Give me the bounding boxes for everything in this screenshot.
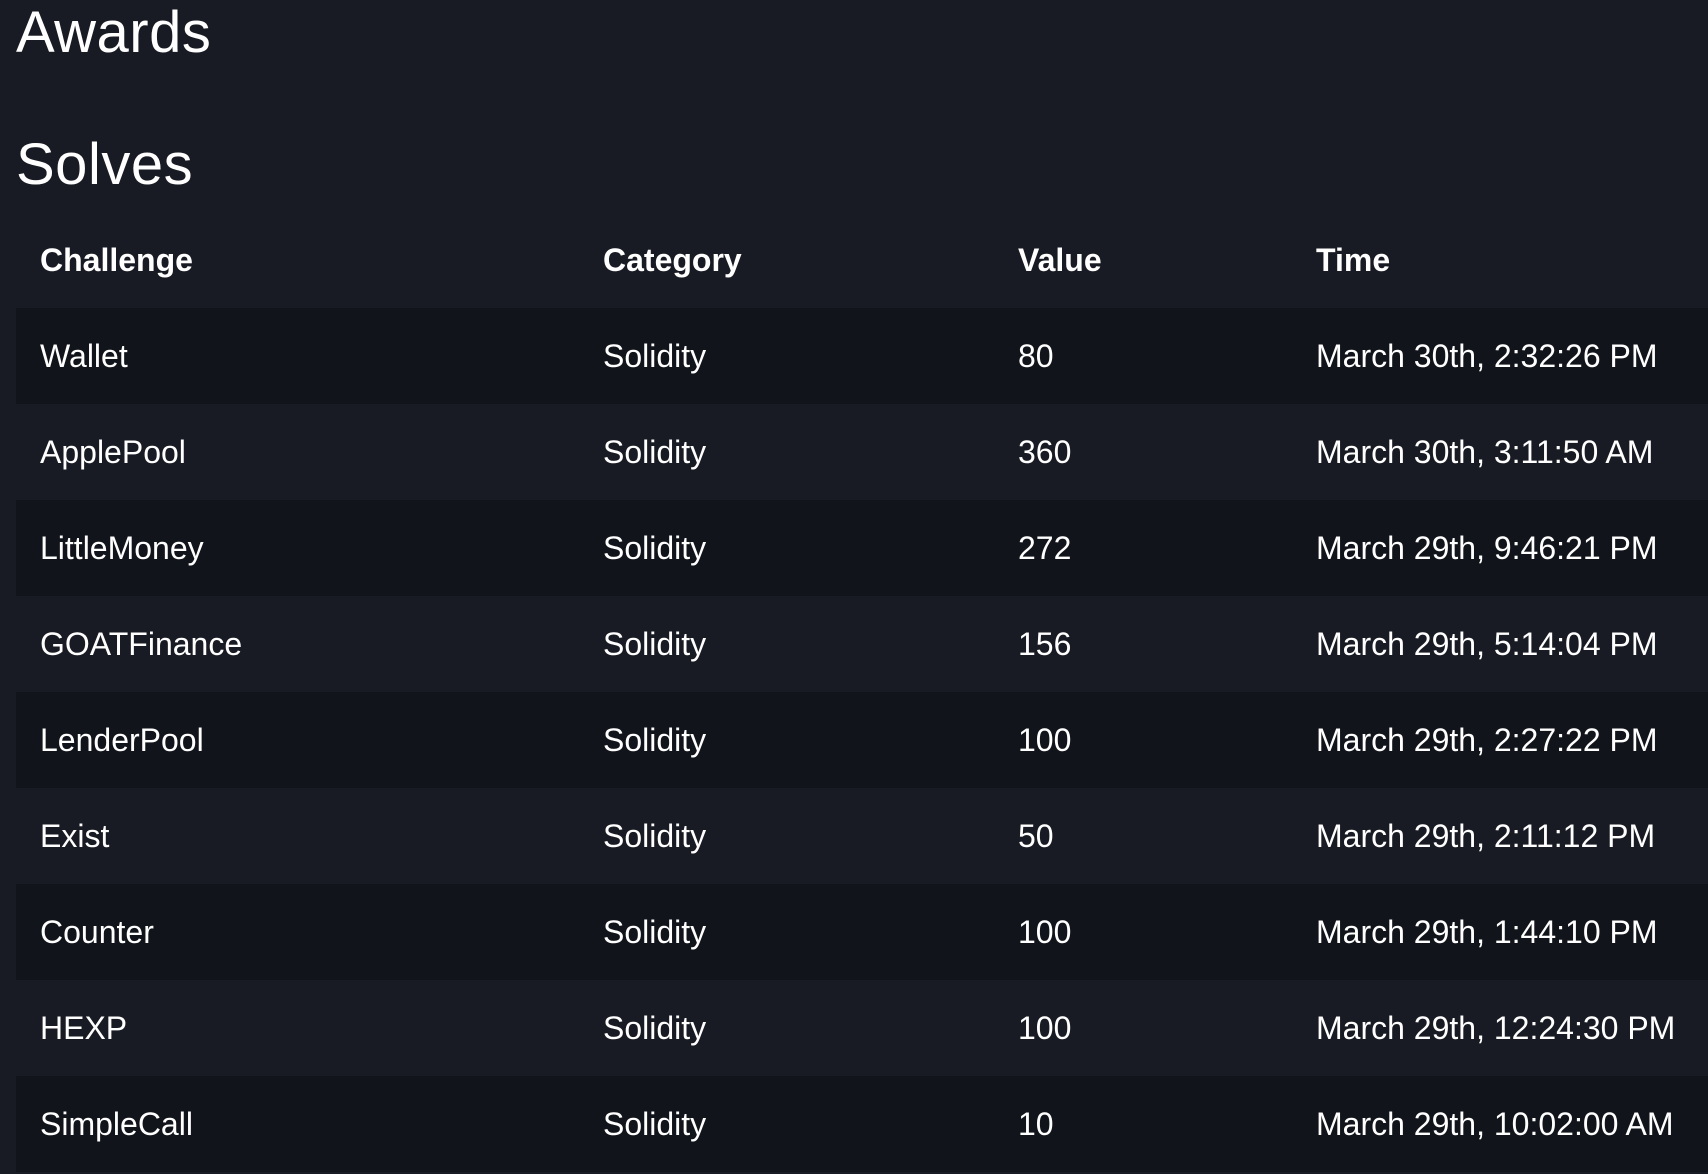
challenge-link[interactable]: LittleMoney — [16, 500, 579, 596]
challenge-link[interactable]: GOATFinance — [16, 596, 579, 692]
challenge-link[interactable]: ApplePool — [16, 404, 579, 500]
table-row: Counter Solidity 100 March 29th, 1:44:10… — [16, 884, 1708, 980]
page: Awards Solves Challenge Category Value T… — [0, 0, 1708, 1174]
category-cell: Solidity — [579, 884, 994, 980]
column-header-time: Time — [1316, 241, 1391, 278]
time-cell: March 29th, 9:46:21 PM — [1292, 500, 1708, 596]
challenge-link[interactable]: HEXP — [16, 980, 579, 1076]
value-cell: 100 — [994, 692, 1292, 788]
challenge-link[interactable]: Counter — [16, 884, 579, 980]
time-cell: March 29th, 2:11:12 PM — [1292, 788, 1708, 884]
solves-heading: Solves — [16, 132, 194, 197]
category-cell: Solidity — [579, 1076, 994, 1172]
challenge-link[interactable]: LenderPool — [16, 692, 579, 788]
table-row: Exist Solidity 50 March 29th, 2:11:12 PM — [16, 788, 1708, 884]
time-cell: March 29th, 2:27:22 PM — [1292, 692, 1708, 788]
value-cell: 80 — [994, 308, 1292, 404]
category-cell: Solidity — [579, 788, 994, 884]
challenge-link[interactable]: SimpleCall — [16, 1076, 579, 1172]
column-header-category: Category — [603, 241, 742, 278]
table-row: LittleMoney Solidity 272 March 29th, 9:4… — [16, 500, 1708, 596]
value-cell: 100 — [994, 980, 1292, 1076]
time-cell: March 30th, 3:11:50 AM — [1292, 404, 1708, 500]
value-cell: 272 — [994, 500, 1292, 596]
table-body: Wallet Solidity 80 March 30th, 2:32:26 P… — [16, 308, 1708, 1172]
category-cell: Solidity — [579, 692, 994, 788]
time-cell: March 29th, 12:24:30 PM — [1292, 980, 1708, 1076]
solves-table: Challenge Category Value Time Wallet Sol… — [16, 212, 1708, 1172]
category-cell: Solidity — [579, 980, 994, 1076]
column-header-value: Value — [1018, 241, 1102, 278]
column-header-challenge: Challenge — [40, 241, 193, 278]
table-row: SimpleCall Solidity 10 March 29th, 10:02… — [16, 1076, 1708, 1172]
table-row: Wallet Solidity 80 March 30th, 2:32:26 P… — [16, 308, 1708, 404]
time-cell: March 29th, 5:14:04 PM — [1292, 596, 1708, 692]
time-cell: March 29th, 10:02:00 AM — [1292, 1076, 1708, 1172]
category-cell: Solidity — [579, 404, 994, 500]
table-header: Challenge Category Value Time — [16, 212, 1708, 308]
table-row: HEXP Solidity 100 March 29th, 12:24:30 P… — [16, 980, 1708, 1076]
category-cell: Solidity — [579, 596, 994, 692]
table-header-row: Challenge Category Value Time — [16, 212, 1708, 308]
time-cell: March 30th, 2:32:26 PM — [1292, 308, 1708, 404]
value-cell: 100 — [994, 884, 1292, 980]
challenge-link[interactable]: Wallet — [16, 308, 579, 404]
challenge-link[interactable]: Exist — [16, 788, 579, 884]
value-cell: 10 — [994, 1076, 1292, 1172]
time-cell: March 29th, 1:44:10 PM — [1292, 884, 1708, 980]
awards-heading: Awards — [16, 0, 212, 65]
category-cell: Solidity — [579, 308, 994, 404]
value-cell: 360 — [994, 404, 1292, 500]
table-row: ApplePool Solidity 360 March 30th, 3:11:… — [16, 404, 1708, 500]
table-row: LenderPool Solidity 100 March 29th, 2:27… — [16, 692, 1708, 788]
table-row: GOATFinance Solidity 156 March 29th, 5:1… — [16, 596, 1708, 692]
value-cell: 156 — [994, 596, 1292, 692]
category-cell: Solidity — [579, 500, 994, 596]
value-cell: 50 — [994, 788, 1292, 884]
